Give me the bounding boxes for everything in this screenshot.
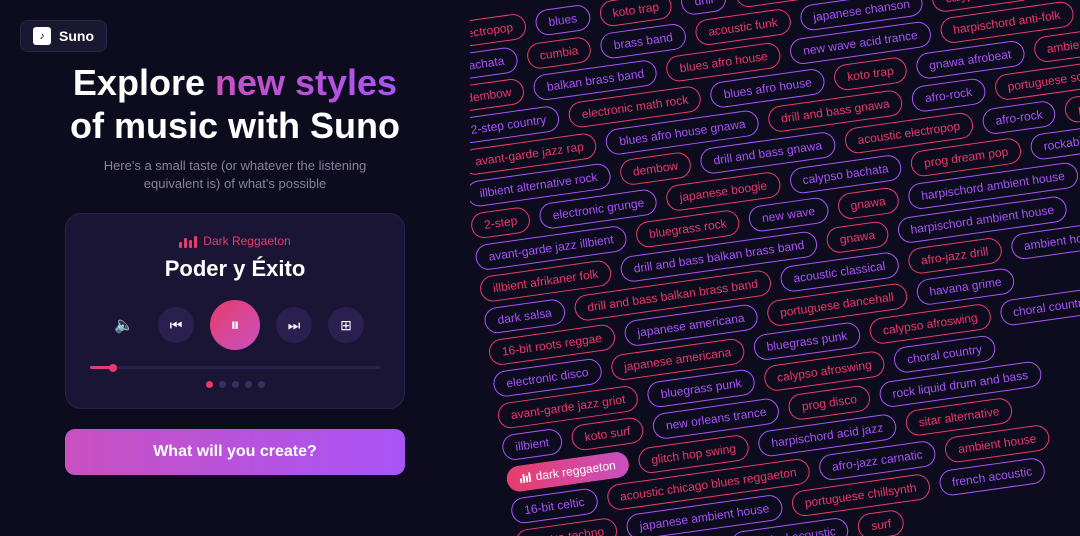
genre-koto-trad[interactable]: koto trap [598, 0, 674, 28]
genre-dembow2[interactable]: dembow [618, 151, 692, 187]
genre-koto-surf[interactable]: koto surf [570, 416, 645, 452]
prev-button[interactable]: ⏮ [158, 307, 194, 343]
genre-prog-disco[interactable]: prog disco [787, 384, 871, 421]
genre-16bit-celtic[interactable]: 16-bit celtic [510, 487, 599, 525]
progress-bar [90, 366, 380, 369]
headline-line2: of music with Suno [70, 105, 400, 146]
dot-2[interactable] [219, 381, 226, 388]
player-genre-label: Dark Reggaeton [90, 234, 380, 248]
genre-rockabilly[interactable]: rockabilly [1029, 125, 1080, 161]
genre-illbient[interactable]: illbient [501, 427, 564, 461]
player-progress[interactable] [90, 366, 380, 369]
left-panel: ♪ Suno Explore new styles of music with … [0, 0, 470, 536]
genre-new-wave[interactable]: new wave [747, 196, 829, 233]
genre-bachata[interactable]: bachata [470, 46, 519, 81]
headline-plain: Explore [73, 62, 215, 103]
headline-subtitle: Here's a small taste (or whatever the li… [70, 157, 400, 193]
genre-electropop[interactable]: electropop [470, 12, 528, 49]
genre-gnawa[interactable]: gnawa [836, 186, 900, 220]
player-controls: 🔈 ⏮ ⏸ ⏭ ⊞ [90, 300, 380, 350]
genre-afro-rock2[interactable]: afro-rock [910, 77, 986, 113]
headline-highlight: new styles [215, 62, 397, 103]
dot-4[interactable] [245, 381, 252, 388]
genre-afro-rock3[interactable]: afro-rock [981, 100, 1057, 136]
volume-button[interactable]: 🔈 [106, 307, 142, 343]
player-dots [90, 381, 380, 388]
dot-1[interactable] [206, 381, 213, 388]
right-panel: electropop blues koto trap drill afro-ro… [470, 0, 1080, 536]
player-card: Dark Reggaeton Poder y Éxito 🔈 ⏮ ⏸ ⏭ ⊞ [65, 213, 405, 409]
genre-brass-band[interactable]: brass band [599, 22, 687, 60]
genre-label: Dark Reggaeton [203, 234, 290, 248]
genre-koto-trap2[interactable]: koto trap [833, 56, 909, 92]
genre-2step[interactable]: 2-step [470, 206, 532, 240]
genre-blues[interactable]: blues [534, 3, 592, 36]
logo-text: Suno [59, 28, 94, 44]
headline-title: Explore new styles of music with Suno [70, 61, 400, 147]
play-pause-button[interactable]: ⏸ [210, 300, 260, 350]
genre-cumbia[interactable]: cumbia [525, 36, 593, 71]
genre-surf[interactable]: surf [857, 509, 906, 536]
logo[interactable]: ♪ Suno [20, 20, 107, 52]
progress-fill [90, 366, 113, 369]
genre-dark-salsa[interactable]: dark salsa [483, 298, 567, 335]
genre-gnawa2[interactable]: gnawa [825, 220, 889, 254]
progress-thumb [109, 364, 117, 372]
genre-dembow[interactable]: dembow [470, 77, 526, 113]
active-bars-icon [519, 472, 531, 483]
dot-3[interactable] [232, 381, 239, 388]
next-button[interactable]: ⏭ [276, 307, 312, 343]
bars-icon [179, 234, 197, 248]
menu-button[interactable]: ⊞ [328, 307, 364, 343]
player-title: Poder y Éxito [90, 256, 380, 282]
cta-button[interactable]: What will you create? [65, 429, 405, 475]
genre-drill[interactable]: drill [680, 0, 728, 16]
dot-5[interactable] [258, 381, 265, 388]
headline: Explore new styles of music with Suno He… [70, 61, 400, 194]
logo-icon: ♪ [33, 27, 51, 45]
genre-cloud: electropop blues koto trap drill afro-ro… [470, 0, 1080, 536]
